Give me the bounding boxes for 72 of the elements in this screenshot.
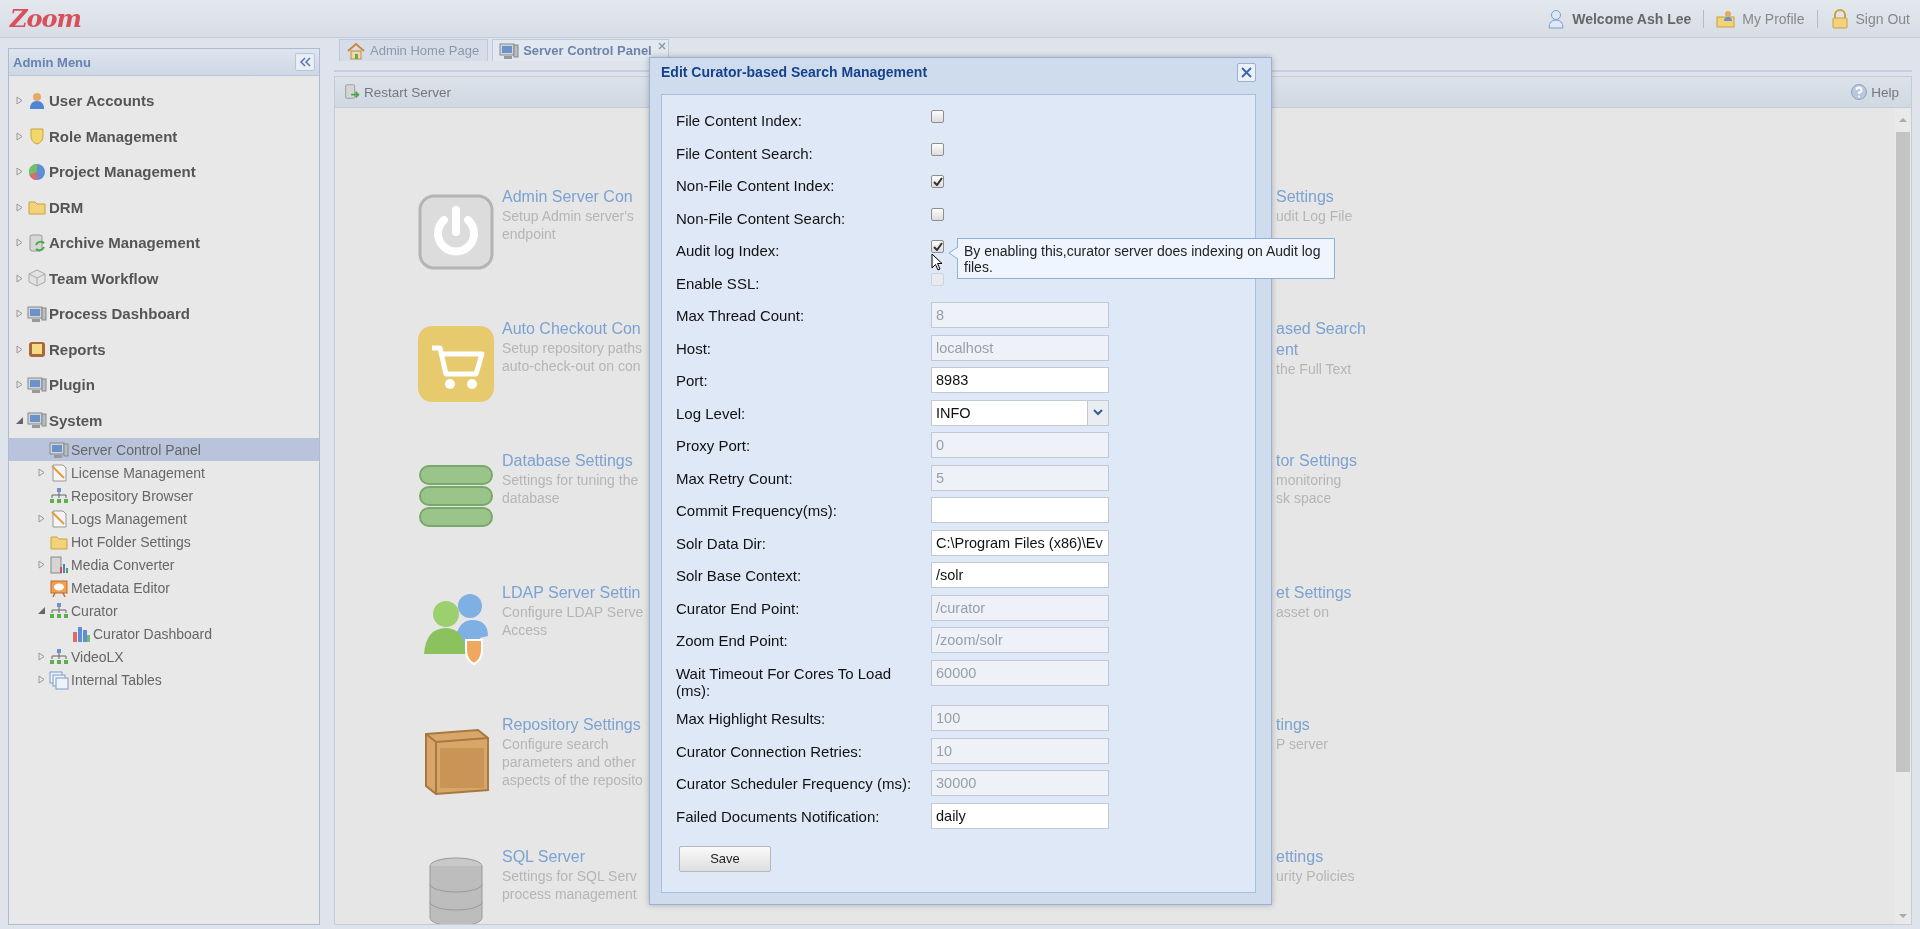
field-label: File Content Search: xyxy=(676,143,814,164)
field-label: Non-File Content Index: xyxy=(676,176,836,196)
field-label: Max Retry Count: xyxy=(676,468,794,489)
field-label: Audit log Index: xyxy=(676,241,781,261)
card-title[interactable]: Repository Settings xyxy=(502,714,643,735)
tree-item[interactable]: Team Workflow xyxy=(9,260,319,296)
tree-item[interactable]: Reports xyxy=(9,331,319,367)
card-title[interactable]: ased Search ent xyxy=(1276,318,1366,360)
help-button[interactable]: Help xyxy=(1850,83,1899,101)
card-title[interactable]: Settings xyxy=(1276,186,1353,207)
text-field[interactable]: 8983 xyxy=(931,367,1109,393)
field-label: Host: xyxy=(676,338,712,359)
card-title[interactable]: ettings xyxy=(1276,846,1355,867)
tree-item[interactable]: Metadata Editor xyxy=(9,576,319,599)
dialog-title: Edit Curator-based Search Management xyxy=(661,64,928,80)
tree-item[interactable]: Archive Management xyxy=(9,225,319,261)
text-field[interactable]: /solr xyxy=(931,562,1109,588)
field-label: Curator Connection Retries: xyxy=(676,741,863,762)
tree-item[interactable]: Internal Tables xyxy=(9,668,319,691)
logo: Zoom xyxy=(10,4,81,33)
panel-title: Admin Menu xyxy=(13,54,91,70)
tree-item[interactable]: Process Dashboard xyxy=(9,296,319,332)
header-link[interactable]: My Profile xyxy=(1742,10,1805,27)
header-link[interactable]: Sign Out xyxy=(1855,10,1910,27)
field-label: Max Highlight Results: xyxy=(676,709,827,729)
field-label: Wait Timeout For Cores To Load (ms): xyxy=(676,663,893,699)
card-title[interactable]: tor Settings xyxy=(1276,450,1357,471)
field-label: Proxy Port: xyxy=(676,436,752,456)
tree-item[interactable]: Curator xyxy=(9,599,319,622)
tree-item[interactable]: Hot Folder Settings xyxy=(9,530,319,553)
card-title[interactable]: LDAP Server Settin xyxy=(502,582,644,603)
field-label: Failed Documents Notification: xyxy=(676,806,881,827)
field-label: Port: xyxy=(676,371,709,391)
tab[interactable]: Admin Home Page xyxy=(339,39,489,61)
tab[interactable]: Server Control Panel xyxy=(492,39,669,61)
card-title[interactable]: SQL Server xyxy=(502,846,637,867)
tree-item[interactable]: DRM xyxy=(9,189,319,225)
tree-item[interactable]: Project Management xyxy=(9,154,319,190)
field-label: Solr Base Context: xyxy=(676,566,803,586)
tree-item[interactable]: Curator Dashboard xyxy=(9,622,319,645)
save-button[interactable]: Save xyxy=(679,845,771,872)
field-label: Non-File Content Search: xyxy=(676,208,847,229)
field-label: Enable SSL: xyxy=(676,273,761,294)
tree-item[interactable]: Repository Browser xyxy=(9,484,319,507)
tree-item[interactable]: License Management xyxy=(9,461,319,484)
tree-item[interactable]: Server Control Panel xyxy=(9,438,319,461)
field-label: Curator End Point: xyxy=(676,598,801,619)
field-label: File Content Index: xyxy=(676,111,803,131)
restart-button[interactable]: Restart Server xyxy=(343,83,452,101)
dropdown-field[interactable]: INFO xyxy=(931,399,1109,426)
welcome-text: Welcome Ash Lee xyxy=(1572,10,1692,27)
card-title[interactable]: Admin Server Con xyxy=(502,186,634,207)
field-label: Curator Scheduler Frequency (ms): xyxy=(676,774,913,794)
field-label: Log Level: xyxy=(676,403,747,424)
text-field[interactable]: C:\Program Files (x86)\Ev xyxy=(931,529,1109,556)
tree-item[interactable]: Logs Management xyxy=(9,507,319,530)
field-label: Solr Data Dir: xyxy=(676,533,768,554)
field-label: Commit Frequency(ms): xyxy=(676,501,838,521)
card-title[interactable]: tings xyxy=(1276,714,1328,735)
field-label: Zoom End Point: xyxy=(676,631,789,651)
card-title[interactable]: Database Settings xyxy=(502,450,639,471)
card-title[interactable]: Auto Checkout Con xyxy=(502,318,643,339)
tree-item[interactable]: User Accounts xyxy=(9,83,319,119)
tree-item[interactable]: Media Converter xyxy=(9,553,319,576)
tooltip: By enabling this,curator server does indexing on Audit log files. xyxy=(957,238,1335,279)
tree-item[interactable]: VideoLX xyxy=(9,645,319,668)
text-field[interactable]: daily xyxy=(931,802,1109,829)
tree-item[interactable]: Plugin xyxy=(9,367,319,403)
field-label: Max Thread Count: xyxy=(676,306,806,326)
card-title[interactable]: et Settings xyxy=(1276,582,1352,603)
tree-item[interactable]: Role Management xyxy=(9,118,319,154)
tree-item[interactable]: System xyxy=(9,402,319,438)
